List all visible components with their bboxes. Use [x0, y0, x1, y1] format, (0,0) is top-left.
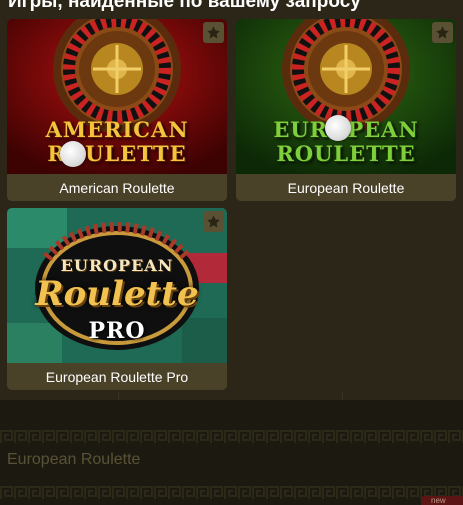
- star-icon: [207, 215, 220, 228]
- game-card-european-roulette[interactable]: EUROPEAN ROULETTE European Roulette: [236, 19, 456, 201]
- cursor-icon: [60, 141, 86, 167]
- favorite-button[interactable]: [432, 22, 453, 43]
- game-thumbnail-european-roulette-pro[interactable]: EUROPEAN Roulette PRO: [7, 208, 227, 363]
- results-panel: Игры, найденные по вашему запросу AMERIC…: [0, 0, 463, 400]
- cursor-icon: [325, 115, 351, 141]
- star-icon: [436, 26, 449, 39]
- decorative-pattern: [0, 430, 463, 444]
- star-icon: [207, 26, 220, 39]
- art-title-line-2: Roulette: [35, 274, 199, 314]
- art-title-line-2: ROULETTE: [47, 141, 187, 166]
- art-title-line-2: ROULETTE: [276, 141, 416, 166]
- new-badge: new: [421, 496, 463, 505]
- art-title-line-3: PRO: [88, 318, 146, 344]
- game-thumbnail-american-roulette[interactable]: AMERICAN ROULETTE: [7, 19, 227, 174]
- game-thumbnail-european-roulette[interactable]: EUROPEAN ROULETTE: [236, 19, 456, 174]
- favorite-button[interactable]: [203, 211, 224, 232]
- game-card-european-roulette-pro[interactable]: EUROPEAN Roulette PRO European Roulette …: [7, 208, 227, 390]
- results-heading: Игры, найденные по вашему запросу: [8, 0, 361, 12]
- game-caption[interactable]: European Roulette: [236, 174, 456, 201]
- band-title: European Roulette: [7, 451, 141, 468]
- game-caption[interactable]: European Roulette Pro: [7, 363, 227, 390]
- game-card-american-roulette[interactable]: AMERICAN ROULETTE American Roulette: [7, 19, 227, 201]
- decorative-pattern: [0, 486, 463, 500]
- art-title-line-1: AMERICAN: [45, 117, 189, 142]
- art-title-line-1: EUROPEAN: [60, 256, 174, 275]
- game-caption[interactable]: American Roulette: [7, 174, 227, 201]
- favorite-button[interactable]: [203, 22, 224, 43]
